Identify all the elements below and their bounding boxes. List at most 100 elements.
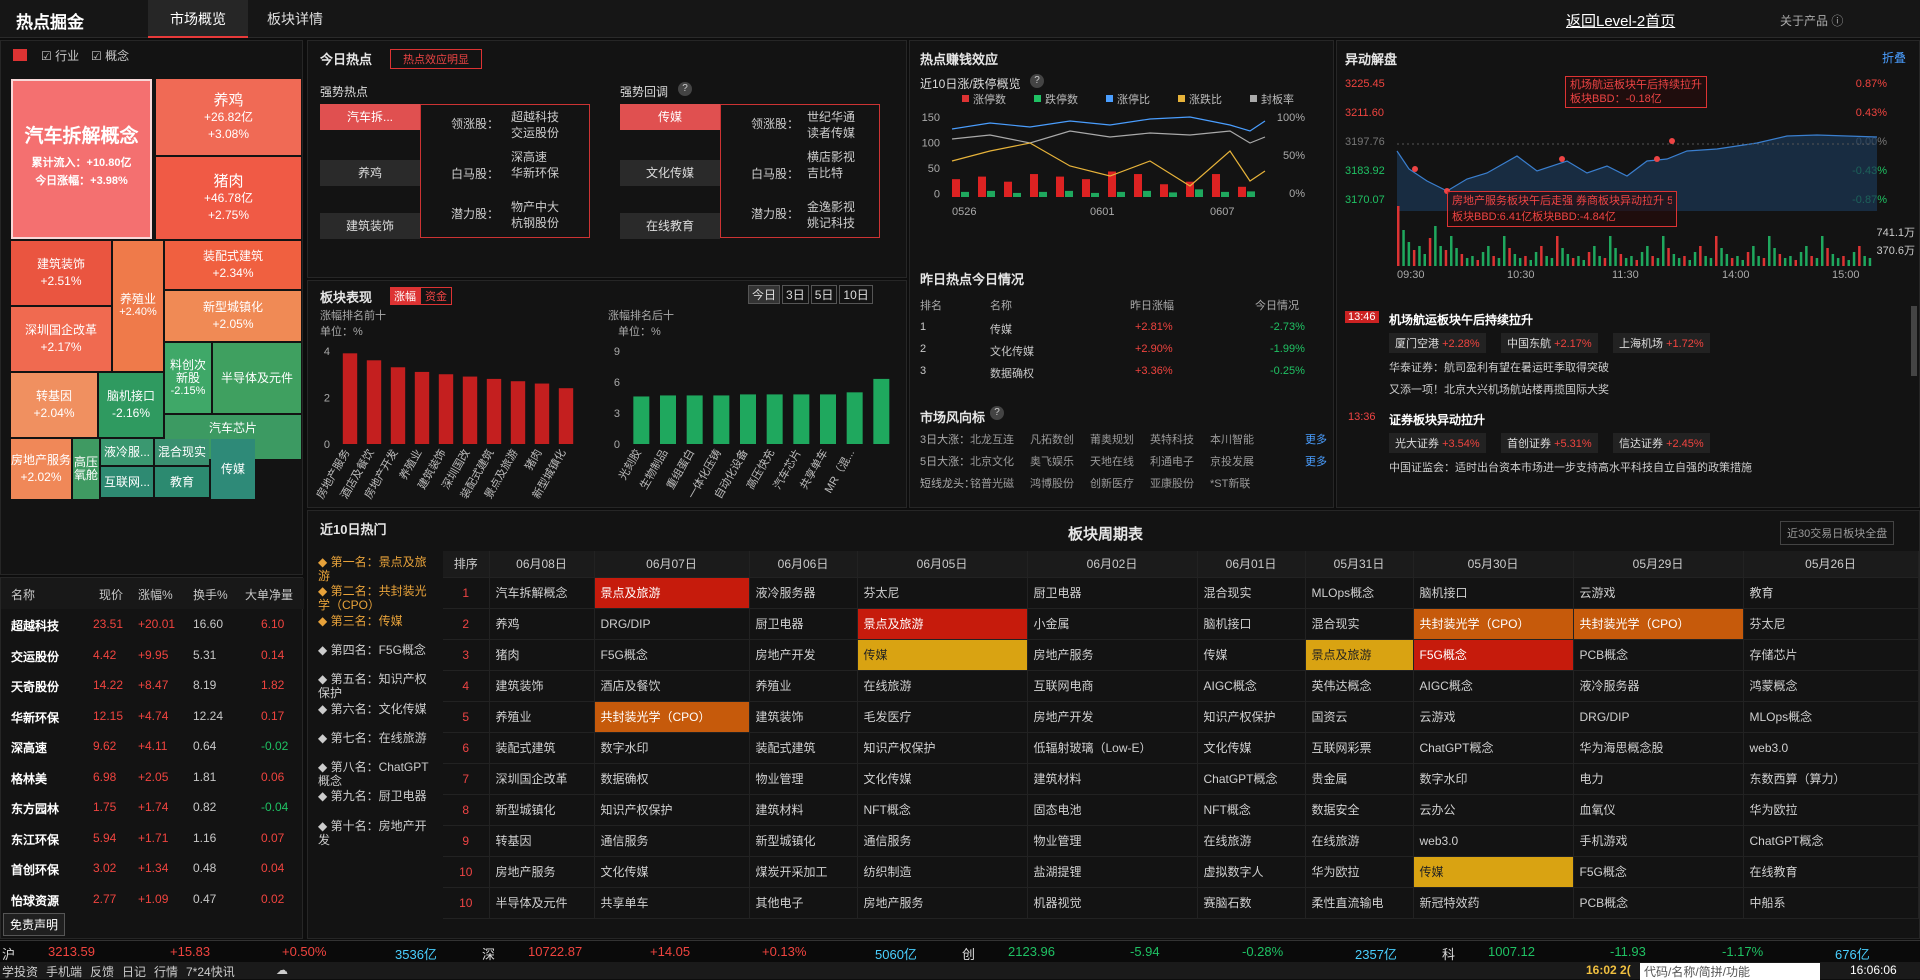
period-cell[interactable]: 建筑材料 [1027, 763, 1198, 795]
heatmap-tile[interactable]: 教育 [155, 467, 209, 497]
period-cell[interactable]: 新型城镇化 [489, 794, 595, 826]
period-cell[interactable]: 养殖业 [489, 701, 595, 733]
news-stock-chip[interactable]: 首创证券 +5.31% [1501, 433, 1598, 453]
period-cell[interactable]: 其他电子 [749, 887, 858, 919]
period-cell[interactable]: 机器视觉 [1027, 887, 1198, 919]
index-name[interactable]: 科 [1442, 944, 1455, 963]
heatmap-tile[interactable]: 半导体及元件 [213, 343, 301, 413]
news-stock-chip[interactable]: 厦门空港 +2.28% [1389, 333, 1486, 353]
period-cell[interactable]: 厨卫电器 [1027, 577, 1198, 609]
period-cell[interactable]: 汽车拆解概念 [489, 577, 595, 609]
period-cell[interactable]: 在线教育 [1743, 856, 1919, 888]
period-cell[interactable]: 云办公 [1413, 794, 1574, 826]
period-cell[interactable]: 共享单车 [594, 887, 750, 919]
status-link[interactable]: 7*24快讯 [186, 963, 235, 980]
status-link[interactable]: 学投资 [2, 963, 38, 980]
period-cell[interactable]: 数据确权 [594, 763, 750, 795]
period-cell[interactable]: 脑机接口 [1197, 608, 1306, 640]
pot-stocks[interactable]: 物产中大 杭钢股份 [511, 199, 559, 231]
period-cell[interactable]: 传媒 [1413, 856, 1574, 888]
index-name[interactable]: 沪 [2, 944, 15, 963]
stock-row[interactable]: 超越科技 23.51 +20.01 16.60 6.10 [1, 609, 304, 640]
period-cell[interactable]: F5G概念 [594, 639, 750, 671]
period-cell[interactable]: 虚拟数字人 [1197, 856, 1306, 888]
status-link[interactable]: 反馈 [90, 963, 114, 980]
news-line[interactable]: 又添一项！北京大兴机场航站楼再揽国际大奖 [1389, 381, 1609, 397]
hot-rank-item[interactable]: ◆ 第十名：房地产开发 [318, 819, 438, 847]
period-cell[interactable]: DRG/DIP [1573, 701, 1744, 733]
period-cell[interactable]: 煤炭开采加工 [749, 856, 858, 888]
stock-row[interactable]: 深高速 9.62 +4.11 0.64 -0.02 [1, 731, 304, 762]
news-stock-chip[interactable]: 信达证券 +2.45% [1613, 433, 1710, 453]
period-cell[interactable]: 盐湖提锂 [1027, 856, 1198, 888]
period-cell[interactable]: 东数西算（算力） [1743, 763, 1919, 795]
wind-stock[interactable]: 亚康股份 [1150, 475, 1194, 491]
period-cell[interactable]: F5G概念 [1413, 639, 1574, 671]
news-title[interactable]: 证券板块异动拉升 [1389, 411, 1485, 428]
period-cell[interactable]: 物业管理 [749, 763, 858, 795]
period-cell[interactable]: 云游戏 [1413, 701, 1574, 733]
period-cell[interactable]: 国资云 [1305, 701, 1414, 733]
period-cell[interactable]: NFT概念 [857, 794, 1028, 826]
stock-row[interactable]: 东方园林 1.75 +1.74 0.82 -0.04 [1, 792, 304, 823]
period-cell[interactable]: web3.0 [1413, 825, 1574, 857]
period-cell[interactable]: 中船系 [1743, 887, 1919, 919]
heatmap-tile[interactable]: 养鸡 +26.82亿 +3.08% [156, 79, 301, 155]
period-cell[interactable]: 电力 [1573, 763, 1744, 795]
period-cell[interactable]: 英伟达概念 [1305, 670, 1414, 702]
period-cell[interactable]: 景点及旅游 [1305, 639, 1414, 671]
period-cell[interactable]: 建筑材料 [749, 794, 858, 826]
period-cell[interactable]: 华为海思概念股 [1573, 732, 1744, 764]
period-cell[interactable]: 固态电池 [1027, 794, 1198, 826]
period-cell[interactable]: 文化传媒 [857, 763, 1028, 795]
wind-stock[interactable]: 创新医疗 [1090, 475, 1134, 491]
period-cell[interactable]: 液冷服务器 [1573, 670, 1744, 702]
period-cell[interactable]: 深圳国企改革 [489, 763, 595, 795]
news-stock-chip[interactable]: 光大证券 +3.54% [1389, 433, 1486, 453]
period-cell[interactable]: 房地产服务 [1027, 639, 1198, 671]
period-cell[interactable]: 赛脑石数 [1197, 887, 1306, 919]
strong-btn-2[interactable]: 养鸡 [320, 160, 420, 186]
status-link[interactable]: 手机端 [46, 963, 82, 980]
heatmap-tile[interactable]: 料创次新股 -2.15% [165, 343, 211, 413]
period-cell[interactable]: 纺织制造 [857, 856, 1028, 888]
heatmap-tile[interactable]: 猪肉 +46.78亿 +2.75% [156, 157, 301, 239]
period-cell[interactable]: ChatGPT概念 [1413, 732, 1574, 764]
period-cell[interactable]: 鸿蒙概念 [1743, 670, 1919, 702]
wind-stock[interactable]: 鸿博股份 [1030, 475, 1074, 491]
period-cell[interactable]: 芬太尼 [857, 577, 1028, 609]
pot-stocks[interactable]: 金逸影视 姚记科技 [807, 199, 855, 231]
period-cell[interactable]: MLOps概念 [1305, 577, 1414, 609]
period-cell[interactable]: 半导体及元件 [489, 887, 595, 919]
strong-btn-3[interactable]: 建筑装饰 [320, 213, 420, 239]
heatmap-tile[interactable]: 新型城镇化 +2.05% [165, 291, 301, 341]
search-input[interactable]: 代码/名称/简拼/功能 [1640, 963, 1820, 980]
hot-rank-item[interactable]: ◆ 第五名：知识产权保护 [318, 672, 438, 700]
stock-row[interactable]: 天奇股份 14.22 +8.47 8.19 1.82 [1, 670, 304, 701]
help-icon[interactable]: ? [1030, 74, 1044, 88]
period-cell[interactable]: 知识产权保护 [594, 794, 750, 826]
more-link[interactable]: 更多 [1305, 453, 1327, 469]
index-name[interactable]: 创 [962, 944, 975, 963]
period-cell[interactable]: 在线旅游 [1197, 825, 1306, 857]
tab-market-overview[interactable]: 市场概览 [148, 0, 248, 38]
all-sectors-button[interactable]: 近30交易日板块全盘 [1780, 521, 1895, 545]
period-cell[interactable]: PCB概念 [1573, 887, 1744, 919]
status-link[interactable]: 日记 [122, 963, 146, 980]
news-line[interactable]: 中国证监会：适时出台资本市场进一步支持高水平科技自立自强的政策措施 [1389, 459, 1752, 475]
sector-name[interactable]: 数据确权 [990, 365, 1034, 381]
period-cell[interactable]: 房地产开发 [1027, 701, 1198, 733]
lead-stocks[interactable]: 世纪华通 读者传媒 [807, 109, 855, 141]
wind-stock[interactable]: 莆奥规划 [1090, 431, 1134, 447]
period-cell[interactable]: 液冷服务器 [749, 577, 858, 609]
pull-btn-2[interactable]: 文化传媒 [620, 160, 720, 186]
sector-name[interactable]: 传媒 [990, 321, 1012, 337]
period-cell[interactable]: 装配式建筑 [489, 732, 595, 764]
period-cell[interactable]: 华为欧拉 [1743, 794, 1919, 826]
heatmap-tile[interactable]: 混合现实 [155, 439, 209, 465]
period-cell[interactable]: DRG/DIP [594, 608, 750, 640]
hot-rank-item[interactable]: ◆ 第三名：传媒 [318, 614, 438, 628]
wind-stock[interactable]: 铭普光磁 [970, 475, 1014, 491]
help-icon[interactable]: ? [990, 406, 1004, 420]
period-cell[interactable]: 养鸡 [489, 608, 595, 640]
